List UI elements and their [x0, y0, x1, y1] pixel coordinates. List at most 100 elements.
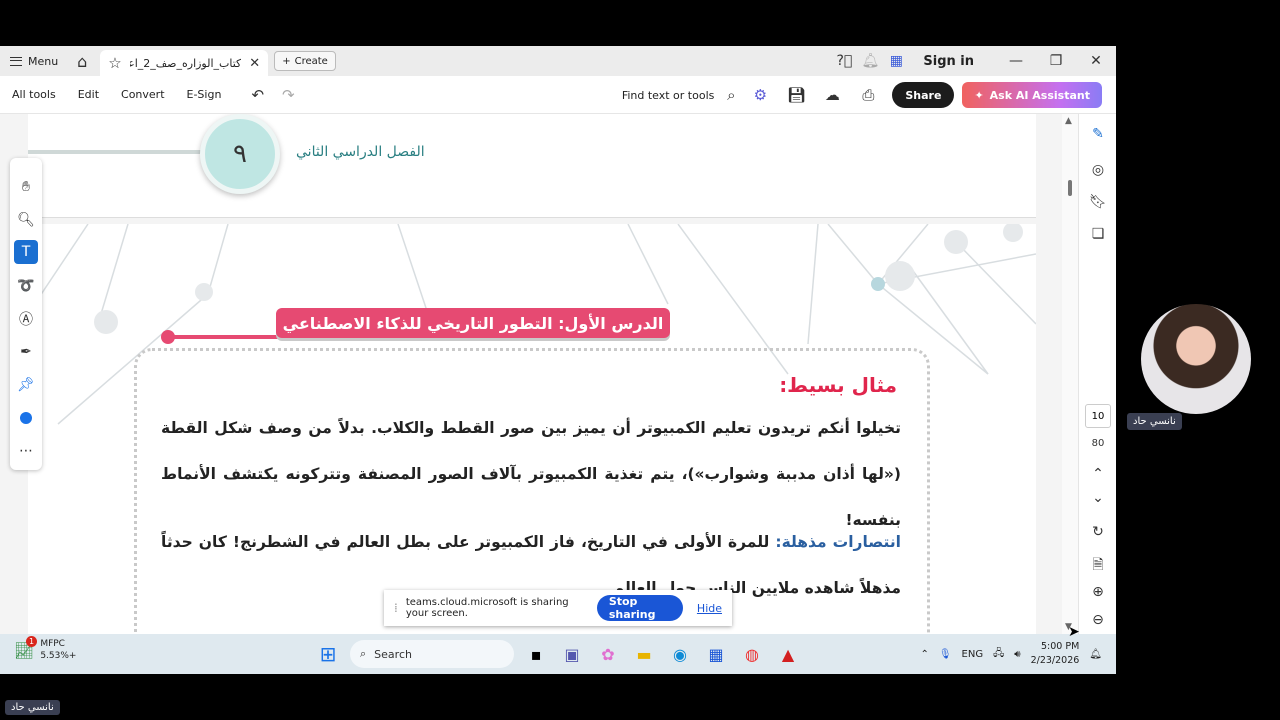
minimize-icon[interactable]: — — [996, 53, 1036, 69]
vertical-scrollbar[interactable]: ▲ ▼ — [1062, 114, 1078, 634]
acrobat-window: Menu ⌂ ☆ كتاب_الوزاره_صف_2_اعدا.. ✕ + Cr… — [0, 46, 1116, 634]
zoom-tool-icon[interactable]: 🔍︎ — [14, 203, 38, 236]
esign-menu[interactable]: E-Sign — [187, 88, 222, 101]
chevron-down-icon[interactable]: ⌄ — [1088, 490, 1108, 506]
webcam-feed — [1141, 304, 1251, 414]
edge-icon[interactable]: ◉ — [662, 639, 698, 669]
pin-icon[interactable]: 📌︎ — [14, 368, 38, 401]
semester-label: الفصل الدراسي الثاني — [296, 144, 425, 160]
chapter-line — [28, 150, 208, 154]
document-tab[interactable]: ☆ كتاب_الوزاره_صف_2_اعدا.. ✕ — [100, 50, 269, 76]
bookmarks-icon[interactable]: 🔖︎ — [1088, 194, 1108, 210]
text-box-icon[interactable]: Ⓐ — [14, 302, 38, 335]
store-icon[interactable]: ▦ — [698, 639, 734, 669]
restore-icon[interactable]: ❐ — [1036, 53, 1076, 69]
plus-icon: + — [282, 55, 291, 67]
close-window-icon[interactable]: ✕ — [1076, 53, 1116, 69]
volume-icon[interactable]: 🔊︎ — [1014, 649, 1020, 660]
sign-in-button[interactable]: Sign in — [923, 54, 974, 69]
total-pages: 80 — [1091, 438, 1105, 449]
pages-thumbnail-icon[interactable]: ❏ — [1088, 226, 1108, 242]
network-icon[interactable]: 🖧 — [993, 646, 1004, 663]
lesson-dot — [161, 330, 175, 344]
help-icon[interactable]: ?⃝ — [831, 53, 857, 69]
stop-sharing-button[interactable]: Stop sharing — [596, 595, 683, 621]
redo-icon[interactable]: ↷ — [282, 86, 295, 104]
mouse-cursor-icon: ➤ — [1068, 624, 1080, 640]
chrome-icon[interactable]: ◍ — [734, 639, 770, 669]
windows-start-icon[interactable]: ⊞ — [310, 639, 346, 669]
teams-icon[interactable]: ▣ — [554, 639, 590, 669]
text-select-icon[interactable]: T — [14, 240, 38, 264]
star-icon[interactable]: ☆ — [108, 54, 121, 72]
notification-badge: 1 — [26, 636, 37, 647]
hide-link[interactable]: Hide — [697, 602, 722, 615]
microphone-icon[interactable]: 🎙︎ — [939, 649, 952, 660]
lesson-title: الدرس الأول: التطور التاريخي للذكاء الاص… — [276, 308, 670, 338]
main-toolbar: All tools Edit Convert E-Sign ↶ ↷ Find t… — [0, 76, 1116, 114]
create-label: Create — [294, 55, 328, 67]
taskbar-search[interactable]: ⌕ Search — [350, 640, 514, 668]
undo-icon[interactable]: ↶ — [251, 86, 264, 104]
example-title: مثال بسيط: — [779, 373, 897, 397]
search-icon[interactable]: ⌕ — [720, 86, 742, 104]
ai-assistant-icon: ✦ — [974, 88, 984, 102]
right-side-panel: ✎ ◎ 🔖︎ ❏ 10 80 ⌃ ⌄ ↻ 🗎 ⊕ ⊖ — [1078, 114, 1116, 634]
color-picker-icon[interactable] — [14, 401, 38, 434]
more-tools-icon[interactable]: ⋯ — [14, 434, 38, 467]
zoom-out-icon[interactable]: ⊖ — [1088, 612, 1108, 628]
close-tab-icon[interactable]: ✕ — [249, 56, 260, 71]
convert-menu[interactable]: Convert — [121, 88, 165, 101]
attachments-icon[interactable]: ◎ — [1088, 162, 1108, 178]
save-icon[interactable]: 💾︎ — [778, 86, 814, 104]
tray-chevron-icon[interactable]: ⌃ — [920, 649, 928, 660]
drag-handle-icon[interactable]: ⁞ — [394, 601, 398, 615]
title-bar: Menu ⌂ ☆ كتاب_الوزاره_صف_2_اعدا.. ✕ + Cr… — [0, 46, 1116, 76]
scroll-thumb[interactable] — [1068, 180, 1072, 196]
taskbar-apps: ⊞ ⌕ Search ▪ ▣ ✿ ▬ ◉ ▦ ◍ ▲ — [310, 639, 806, 669]
share-button[interactable]: Share — [892, 82, 955, 108]
scroll-up-icon[interactable]: ▲ — [1065, 116, 1072, 126]
all-tools-menu[interactable]: All tools — [12, 88, 56, 101]
language-indicator[interactable]: ENG — [962, 649, 984, 660]
sharing-message: teams.cloud.microsoft is sharing your sc… — [405, 597, 569, 619]
copilot-icon[interactable]: ✿ — [590, 639, 626, 669]
lasso-icon[interactable]: ➰ — [14, 269, 38, 302]
upload-cloud-icon[interactable]: ☁ — [814, 86, 850, 104]
titlebar-right: ?⃝ 🔔︎ ▦ Sign in — ❐ ✕ — [831, 46, 1116, 76]
windows-taskbar: 📈︎ 1 MFPC 5.53%+ ⊞ ⌕ Search ▪ ▣ ✿ ▬ ◉ ▦ … — [0, 634, 1116, 674]
file-explorer-icon[interactable]: ▬ — [626, 639, 662, 669]
edit-menu[interactable]: Edit — [78, 88, 99, 101]
find-label[interactable]: Find text or tools — [622, 89, 715, 102]
task-view-icon[interactable]: ▪ — [518, 639, 554, 669]
hand-tool-icon[interactable]: ✋︎ — [14, 170, 38, 203]
notifications-icon[interactable]: 🔔︎ — [1089, 649, 1102, 660]
document-viewer[interactable]: ٩ الفصل الدراسي الثاني الدرس الأول: التط… — [0, 114, 1062, 634]
menu-button[interactable]: Menu — [0, 46, 68, 76]
clock-date: 2/23/2026 — [1030, 655, 1080, 666]
chevron-up-icon[interactable]: ⌃ — [1088, 466, 1108, 482]
create-button[interactable]: + Create — [274, 51, 336, 71]
refresh-icon[interactable]: ↻ — [1088, 524, 1108, 540]
chapter-number-badge: ٩ — [200, 114, 280, 194]
search-placeholder: Search — [374, 647, 412, 661]
stock-name: MFPC — [40, 639, 65, 649]
menu-label: Menu — [28, 54, 59, 68]
home-icon[interactable]: ⌂ — [68, 46, 96, 76]
print-icon[interactable]: ⎙ — [850, 86, 886, 104]
ai-assistant-label: Ask AI Assistant — [989, 88, 1090, 102]
stock-widget[interactable]: 📈︎ 1 MFPC 5.53%+ — [14, 636, 76, 662]
comment-panel-icon[interactable]: ✎ — [1088, 126, 1108, 142]
lesson-connector-line — [168, 335, 278, 339]
acrobat-icon[interactable]: ▲ — [770, 639, 806, 669]
bell-icon[interactable]: 🔔︎ — [857, 53, 883, 69]
ask-ai-assistant-button[interactable]: ✦ Ask AI Assistant — [962, 82, 1102, 108]
zoom-in-icon[interactable]: ⊕ — [1088, 584, 1108, 600]
clock[interactable]: 5:00 PM 2/23/2026 — [1031, 640, 1080, 668]
hamburger-icon — [10, 56, 22, 66]
signature-pen-icon[interactable]: ✒ — [14, 335, 38, 368]
current-page-input[interactable]: 10 — [1085, 404, 1111, 428]
ai-tools-icon[interactable]: ⚙ — [742, 86, 778, 104]
page-fit-icon[interactable]: 🗎 — [1088, 554, 1108, 578]
apps-grid-icon[interactable]: ▦ — [883, 53, 909, 69]
